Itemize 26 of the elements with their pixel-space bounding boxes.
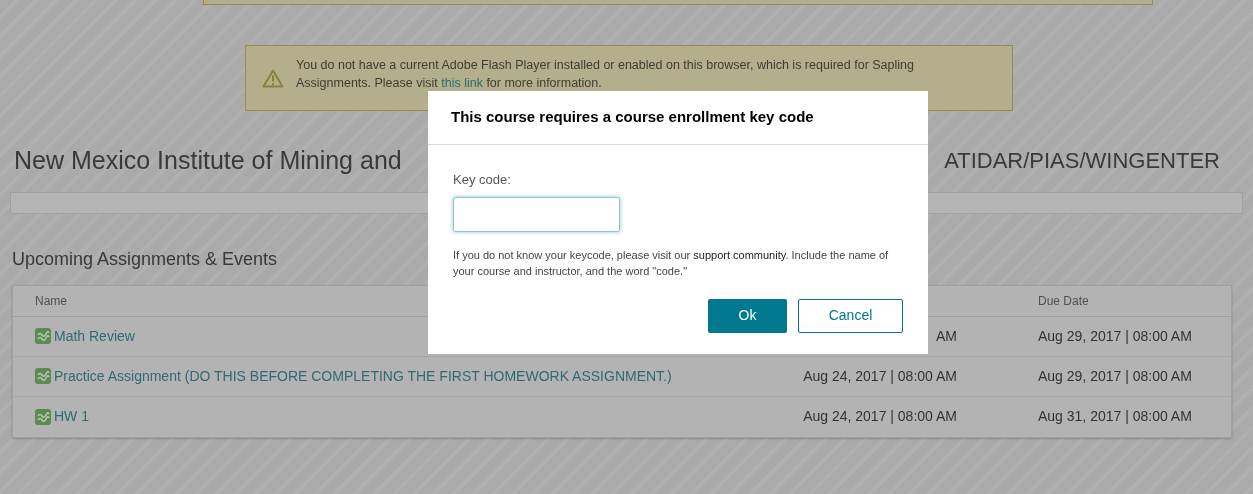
assignment-icon xyxy=(35,328,51,344)
table-cell-text: Aug 29, 2017 | 08:00 AM xyxy=(1038,366,1192,386)
assignment-link[interactable]: HW 1 xyxy=(54,406,89,427)
section-title: Upcoming Assignments & Events xyxy=(12,247,278,271)
assignment-icon xyxy=(35,408,51,425)
course-title: New Mexico Institute of Mining and xyxy=(14,145,402,176)
info-link[interactable]: this link xyxy=(441,76,483,90)
table-cell-text: Aug 31, 2017 | 08:00 AM xyxy=(1038,407,1192,426)
assignment-link[interactable]: Math Review xyxy=(54,325,135,347)
key-code-field[interactable] xyxy=(453,196,620,232)
table-cell-text: Aug 24, 2017 | 08:00 AM xyxy=(803,407,957,426)
column-header: Name xyxy=(35,292,68,310)
ok-button[interactable]: Ok xyxy=(708,298,787,333)
help-text: If you do not know your keycode, please visit our support community. Include the name of your course and instructor, and the word "code." xyxy=(453,247,890,279)
table-cell-text: AM xyxy=(936,326,957,346)
table-cell-text: Aug 24, 2017 | 08:00 AM xyxy=(803,366,957,386)
assignment-link[interactable]: Practice Assignment (DO THIS BEFORE COMPLETING THE FIRST HOMEWORK ASSIGNMENT.) xyxy=(54,365,672,387)
assignment-icon xyxy=(35,368,51,384)
table-cell-text: Aug 29, 2017 | 08:00 AM xyxy=(1038,326,1192,346)
cancel-button[interactable]: Cancel xyxy=(798,298,903,333)
dialog-title: This course requires a course enrollment key code xyxy=(451,107,814,128)
column-header: Due Date xyxy=(1038,292,1089,310)
warning-message: You do not have a current Adobe Flash Player installed or enabled on this browser, which is required for Sapling Assignments. Please visit this link for more information. xyxy=(296,57,915,92)
warning-icon xyxy=(262,69,284,88)
course-instructors: ATIDAR/PIAS/WINGENTER xyxy=(944,147,1220,176)
field-label: Key code: xyxy=(453,171,512,189)
